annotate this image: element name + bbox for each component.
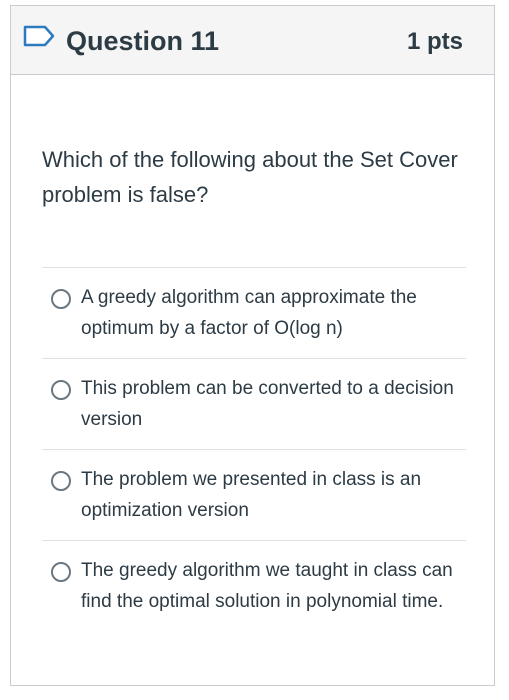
answer-option[interactable]: This problem can be converted to a decis… <box>42 358 466 449</box>
question-header: Question 11 1 pts <box>11 6 494 75</box>
radio-button[interactable] <box>51 380 71 400</box>
answer-option[interactable]: A greedy algorithm can approximate the o… <box>42 267 466 358</box>
answer-label[interactable]: This problem can be converted to a decis… <box>81 373 466 435</box>
radio-button[interactable] <box>51 289 71 309</box>
bookmark-flag-icon[interactable] <box>23 25 55 47</box>
answer-label[interactable]: The greedy algorithm we taught in class … <box>81 555 466 617</box>
answer-option[interactable]: The problem we presented in class is an … <box>42 449 466 540</box>
answer-list: A greedy algorithm can approximate the o… <box>42 267 466 631</box>
question-text: Which of the following about the Set Cov… <box>42 147 458 207</box>
radio-button[interactable] <box>51 471 71 491</box>
answer-option[interactable]: The greedy algorithm we taught in class … <box>42 540 466 631</box>
question-card: Question 11 1 pts Which of the following… <box>10 5 495 686</box>
answer-label[interactable]: The problem we presented in class is an … <box>81 464 466 526</box>
question-points: 1 pts <box>406 28 463 55</box>
radio-button[interactable] <box>51 562 71 582</box>
answer-label[interactable]: A greedy algorithm can approximate the o… <box>81 282 466 344</box>
question-title: Question 11 <box>66 26 220 56</box>
